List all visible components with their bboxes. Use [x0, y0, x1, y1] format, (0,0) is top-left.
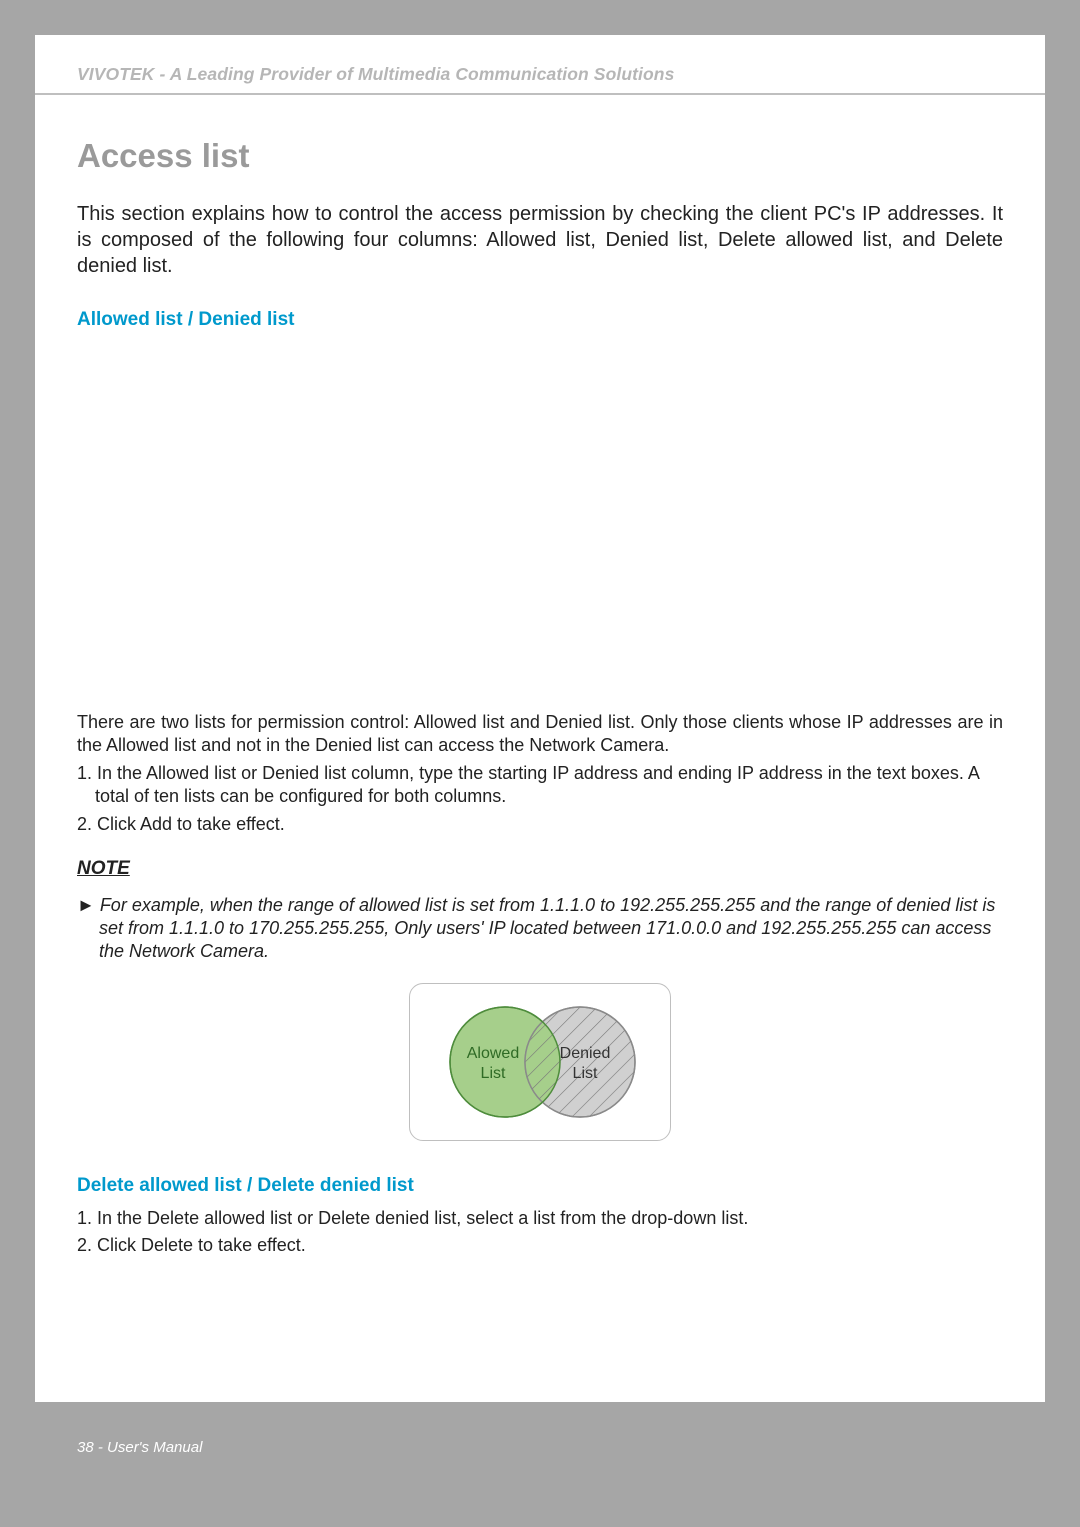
header-brandline: VIVOTEK - A Leading Provider of Multimed… [77, 64, 674, 85]
intro-paragraph: This section explains how to control the… [77, 201, 1003, 279]
page: VIVOTEK - A Leading Provider of Multimed… [35, 35, 1045, 1492]
footer-text: 38 - User's Manual [77, 1439, 202, 1456]
step-2: 2. Click Add to take effect. [77, 813, 1003, 836]
venn-allowed-label-2: List [481, 1065, 506, 1082]
note-body: ► For example, when the range of allowed… [77, 894, 1003, 963]
subheading-allowed-denied: Allowed list / Denied list [77, 309, 1003, 331]
subheading-delete-lists: Delete allowed list / Delete denied list [77, 1175, 1003, 1197]
venn-denied-label-2: List [573, 1065, 598, 1082]
screenshot-placeholder [77, 341, 1003, 711]
step-1: 1. In the Allowed list or Denied list co… [77, 762, 1003, 809]
permission-paragraph: There are two lists for permission contr… [77, 711, 1003, 758]
delete-step-1: 1. In the Delete allowed list or Delete … [77, 1207, 1003, 1230]
delete-step-2: 2. Click Delete to take effect. [77, 1234, 1003, 1257]
page-footer: 38 - User's Manual [35, 1402, 1045, 1492]
page-header: VIVOTEK - A Leading Provider of Multimed… [35, 35, 1045, 95]
note-label: NOTE [77, 858, 1003, 880]
section-title: Access list [77, 137, 1003, 175]
venn-allowed-label-1: Alowed [467, 1045, 519, 1062]
venn-diagram: Alowed List Denied List [409, 983, 671, 1141]
venn-svg: Alowed List Denied List [425, 992, 655, 1132]
venn-denied-label-1: Denied [560, 1045, 611, 1062]
page-content: Access list This section explains how to… [35, 95, 1045, 1258]
